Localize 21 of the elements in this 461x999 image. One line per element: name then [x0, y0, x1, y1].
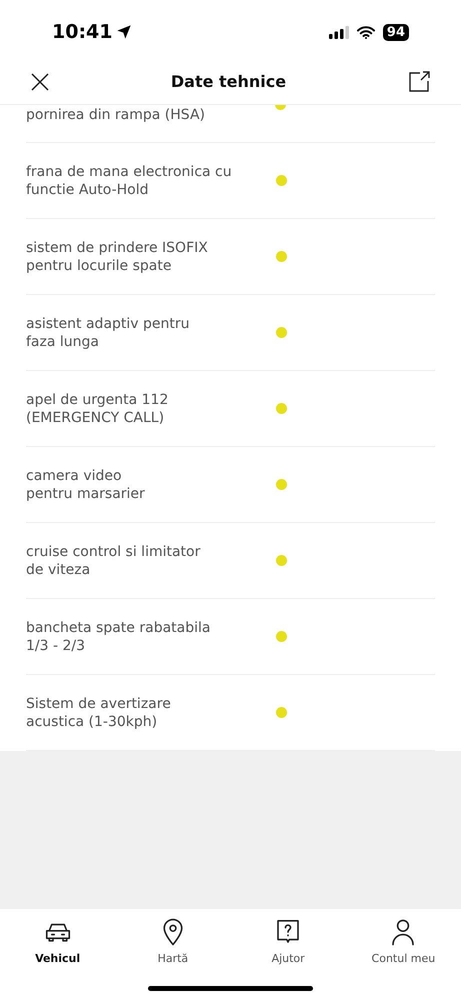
share-icon[interactable]: [407, 70, 431, 94]
feature-label: frana de mana electronica cu functie Auto-Hold: [26, 162, 233, 198]
feature-label: asistent adaptiv pentru faza lunga: [26, 314, 191, 350]
feature-label: sistem de prindere ISOFIX pentru locurile spate: [26, 238, 209, 274]
feature-label: cruise control si limitator de viteza: [26, 542, 202, 578]
battery-indicator: 94: [382, 24, 409, 40]
signal-icon: [328, 26, 349, 38]
close-icon[interactable]: [30, 72, 50, 92]
nav-tab[interactable]: Ajutor: [238, 917, 338, 968]
nav-tab[interactable]: Vehicul: [8, 917, 108, 968]
nav-tab[interactable]: Contul meu: [353, 917, 454, 968]
feature-label: bancheta spate rabatabila 1/3 - 2/3: [26, 618, 212, 654]
feature-label: pornirea din rampa (HSA): [26, 106, 206, 124]
feature-label: apel de urgenta 112 (EMERGENCY CALL): [26, 390, 170, 426]
nav-tab[interactable]: Hartă: [122, 917, 223, 968]
location-arrow-icon: [116, 24, 132, 40]
status-time: 10:41: [52, 20, 112, 45]
feature-label: camera video pentru marsarier: [26, 466, 146, 502]
wifi-icon: [356, 26, 375, 38]
feature-label: Sistem de avertizare acustica (1-30kph): [26, 694, 172, 730]
page-title: Date tehnice: [170, 71, 286, 93]
